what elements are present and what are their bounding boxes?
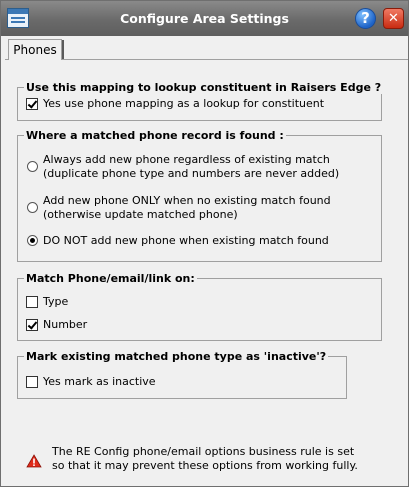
tab-phones[interactable]: Phones xyxy=(8,39,62,60)
tab-shadow xyxy=(62,40,64,59)
tab-strip-line xyxy=(5,59,408,60)
type-label[interactable]: Type xyxy=(43,295,68,309)
dialog-window: Configure Area Settings ? ✕ Phones Use t… xyxy=(0,0,409,487)
match-on-group-title: Match Phone/email/link on: xyxy=(24,272,197,285)
radio-do-not-add[interactable] xyxy=(27,235,38,246)
type-checkbox[interactable] xyxy=(26,296,38,308)
lookup-group-title: Use this mapping to lookup constituent i… xyxy=(24,81,384,94)
inactive-checkbox[interactable] xyxy=(26,376,38,388)
warning-icon xyxy=(26,454,42,468)
add-only-line2[interactable]: (otherwise update matched phone) xyxy=(43,208,238,222)
number-label[interactable]: Number xyxy=(43,318,87,332)
inactive-label[interactable]: Yes mark as inactive xyxy=(43,375,156,389)
always-add-line2[interactable]: (duplicate phone type and numbers are ne… xyxy=(43,167,339,181)
radio-always-add[interactable] xyxy=(27,161,38,172)
matched-group-title: Where a matched phone record is found : xyxy=(24,129,286,142)
close-icon[interactable]: ✕ xyxy=(383,8,404,29)
window-title: Configure Area Settings xyxy=(120,11,289,26)
lookup-checkbox[interactable] xyxy=(26,98,38,110)
lookup-option-label[interactable]: Yes use phone mapping as a lookup for co… xyxy=(43,97,324,111)
add-only-line1[interactable]: Add new phone ONLY when no existing matc… xyxy=(43,194,331,208)
warning-line1: The RE Config phone/email options busine… xyxy=(52,445,355,458)
always-add-line1[interactable]: Always add new phone regardless of exist… xyxy=(43,153,330,167)
do-not-add-label[interactable]: DO NOT add new phone when existing match… xyxy=(43,234,329,248)
inactive-group-title: Mark existing matched phone type as 'ina… xyxy=(24,350,329,363)
warning-line2: so that it may prevent these options fro… xyxy=(52,459,358,472)
radio-add-only-no-match[interactable] xyxy=(27,202,38,213)
title-bar[interactable]: Configure Area Settings ? ✕ xyxy=(1,1,408,36)
warning-message: The RE Config phone/email options busine… xyxy=(52,445,358,473)
number-checkbox[interactable] xyxy=(26,319,38,331)
help-icon[interactable]: ? xyxy=(355,8,376,29)
